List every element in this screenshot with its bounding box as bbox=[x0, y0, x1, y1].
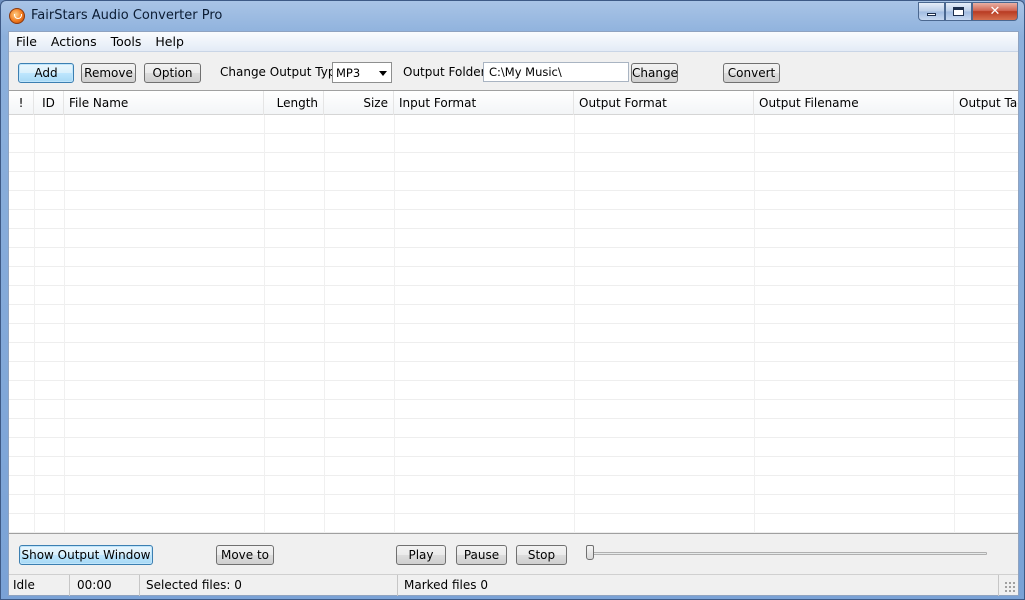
maximize-button[interactable] bbox=[945, 2, 972, 21]
chevron-down-icon bbox=[379, 71, 387, 76]
menu-actions[interactable]: Actions bbox=[44, 32, 104, 52]
column-output-filename[interactable]: Output Filename bbox=[754, 91, 954, 115]
pause-button[interactable]: Pause bbox=[456, 545, 507, 565]
column-length[interactable]: Length bbox=[264, 91, 324, 115]
column-output-format[interactable]: Output Format bbox=[574, 91, 754, 115]
grid-line bbox=[954, 115, 955, 533]
column-flag[interactable]: ! bbox=[9, 91, 34, 115]
grid-line bbox=[264, 115, 265, 533]
add-button[interactable]: Add bbox=[18, 63, 74, 83]
output-type-value: MP3 bbox=[336, 66, 361, 80]
caption-buttons: ✕ bbox=[918, 2, 1018, 21]
title-bar[interactable]: FairStars Audio Converter Pro ✕ bbox=[1, 1, 1024, 31]
close-icon: ✕ bbox=[989, 4, 1001, 19]
app-window: FairStars Audio Converter Pro ✕ File Act… bbox=[0, 0, 1025, 600]
menu-help[interactable]: Help bbox=[148, 32, 191, 52]
menu-tools[interactable]: Tools bbox=[104, 32, 149, 52]
status-time: 00:00 bbox=[70, 575, 140, 596]
maximize-icon bbox=[953, 7, 964, 16]
grid-line bbox=[64, 115, 65, 533]
resize-grip-icon[interactable] bbox=[1004, 581, 1016, 593]
playback-slider-thumb[interactable] bbox=[586, 545, 594, 560]
option-button[interactable]: Option bbox=[144, 63, 201, 83]
status-state: Idle bbox=[9, 575, 70, 596]
remove-button[interactable]: Remove bbox=[81, 63, 136, 83]
window-title: FairStars Audio Converter Pro bbox=[31, 8, 223, 23]
move-to-button[interactable]: Move to bbox=[216, 545, 274, 565]
output-type-select[interactable]: MP3 bbox=[332, 62, 392, 83]
status-bar: Idle 00:00 Selected files: 0 Marked file… bbox=[9, 574, 1018, 596]
stop-button[interactable]: Stop bbox=[516, 545, 567, 565]
column-file-name[interactable]: File Name bbox=[64, 91, 264, 115]
close-button[interactable]: ✕ bbox=[972, 2, 1018, 21]
play-button[interactable]: Play bbox=[396, 545, 446, 565]
column-input-format[interactable]: Input Format bbox=[394, 91, 574, 115]
convert-button[interactable]: Convert bbox=[723, 63, 780, 83]
status-selected-files: Selected files: 0 bbox=[140, 575, 398, 596]
output-type-label: Change Output Type: bbox=[220, 65, 347, 79]
playback-slider[interactable] bbox=[587, 552, 987, 555]
grid-line bbox=[34, 115, 35, 533]
file-list[interactable]: ! ID File Name Length Size Input Format … bbox=[9, 91, 1018, 534]
output-folder-label: Output Folder: bbox=[403, 65, 490, 79]
toolbar: Add Remove Option Change Output Type: MP… bbox=[9, 53, 1018, 91]
status-marked-files: Marked files 0 bbox=[398, 575, 999, 596]
change-folder-button[interactable]: Change bbox=[631, 63, 678, 83]
file-list-header: ! ID File Name Length Size Input Format … bbox=[9, 91, 1018, 115]
client-area: File Actions Tools Help Add Remove Optio… bbox=[8, 31, 1019, 596]
output-folder-input[interactable]: C:\My Music\ bbox=[483, 62, 629, 82]
playback-controls: Show Output Window Move to Play Pause St… bbox=[9, 535, 1018, 573]
minimize-button[interactable] bbox=[918, 2, 945, 21]
menu-file[interactable]: File bbox=[9, 32, 44, 52]
file-list-rows[interactable] bbox=[9, 115, 1018, 533]
audio-converter-icon bbox=[9, 8, 25, 24]
grid-line bbox=[324, 115, 325, 533]
menu-bar: File Actions Tools Help bbox=[9, 32, 1018, 52]
column-output-tag[interactable]: Output Tag bbox=[954, 91, 1018, 115]
column-size[interactable]: Size bbox=[324, 91, 394, 115]
minimize-icon bbox=[927, 13, 936, 16]
grid-line bbox=[754, 115, 755, 533]
show-output-window-button[interactable]: Show Output Window bbox=[19, 545, 153, 565]
grid-line bbox=[574, 115, 575, 533]
column-id[interactable]: ID bbox=[34, 91, 64, 115]
grid-line bbox=[394, 115, 395, 533]
